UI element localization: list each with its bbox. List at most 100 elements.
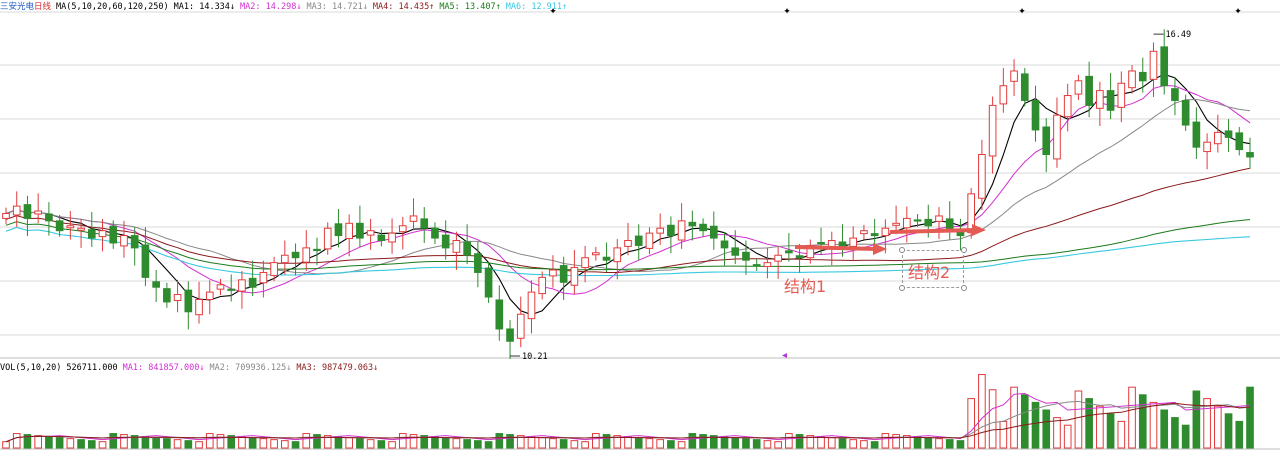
candle-body [152,281,160,288]
candle-body [227,288,236,291]
event-markers: 16.4910.21✦ ✦ ✦ ✦ [510,7,1242,362]
volume-bar [77,439,85,449]
candle-body [688,221,697,227]
volume-bar [248,437,257,449]
candle-body [570,267,579,286]
candle-body [870,233,879,237]
stock-name[interactable]: 三安光电 [0,2,34,12]
volume-bar [1181,424,1190,449]
volume-bar [431,436,439,449]
candle-body [238,279,246,292]
candle-body [881,227,890,237]
volume-ma-values: MA1: 841857.000↓ MA2: 709936.125↓ MA3: 987… [123,363,384,373]
candle-body [259,271,268,284]
candle-body [77,227,85,231]
candle-body [45,213,53,222]
volume-bar [474,440,482,449]
candle-body [634,235,643,246]
candle-body [163,288,171,303]
volume-bar [677,441,686,449]
volume-bar [1246,386,1254,449]
candle-body [699,223,707,232]
volume-bar [2,441,10,449]
volume-bar [1224,413,1233,449]
volume-bar [152,437,160,449]
volume-bar [1085,398,1093,449]
candle-body [248,277,257,288]
candle-body [656,227,664,234]
volume-bar [667,440,675,449]
indicator-value: MA2: 709936.125↓ [209,363,292,373]
kline-chart[interactable]: 16.4910.21✦ ✦ ✦ ✦ [0,0,1280,451]
candle-body [431,227,439,239]
candle-body [173,294,182,301]
candle-body [849,237,858,247]
candle-body [12,205,21,216]
candle-body [581,257,589,269]
trend-arrow-shaft [794,245,878,251]
event-marker-icon: ✦ [783,7,791,17]
volume-bar [645,438,654,449]
candle-body [924,218,933,227]
volume-bar [388,441,396,449]
candle-body [1020,73,1029,101]
candle-body [720,240,729,249]
volume-bar [602,434,611,449]
selection-handle[interactable] [899,247,905,253]
candlestick-series [2,29,1254,359]
candle-body [377,234,386,242]
volume-bar [452,438,461,449]
period-label[interactable]: 日线 [34,2,51,12]
volume-bar [924,437,933,449]
volume-bar [956,440,965,449]
candle-body [1192,121,1201,148]
volume-bar [720,436,729,449]
candle-body [999,85,1008,105]
candle-body [1149,50,1158,80]
volume-bar [366,439,375,449]
volume-bar [559,439,568,449]
volume-bar [141,436,150,449]
ma-line [5,167,1251,273]
selection-handle[interactable] [961,285,967,291]
volume-bar [624,436,632,449]
volume-bar [281,440,289,449]
volume-bar [313,434,321,449]
volume-bar [1192,390,1201,449]
volume-bar [1020,394,1029,449]
candle-body [1235,132,1244,151]
volume-bar [999,420,1008,449]
indicator-value: MA5: 13.407↑ [439,2,501,12]
candle-body [1042,126,1051,156]
candle-body [731,247,740,256]
event-marker-icon: ✦ [1018,7,1026,17]
candle-body [98,230,107,238]
candle-body [281,254,289,264]
volume-bar [752,439,761,449]
candle-body [860,230,868,235]
candle-body [1063,95,1072,118]
selection-handle[interactable] [961,247,967,253]
volume-bar [988,389,997,449]
candle-body [120,235,128,247]
event-marker-icon: ✦ [1234,7,1242,17]
volume-bar [1042,409,1051,449]
volume-bar [1138,394,1147,449]
candle-body [817,241,825,245]
candle-body [2,212,10,219]
candle-body [988,104,997,157]
candle-body [892,222,900,226]
candle-body [785,250,793,254]
volume-bar [238,436,246,449]
candle-body [1224,130,1233,138]
selection-handle[interactable] [899,285,905,291]
candle-body [452,240,461,253]
volume-bar [827,437,836,449]
candle-body [1214,131,1222,145]
indicator-value: MA3: 14.721↓ [306,2,368,12]
candle-body [1117,82,1126,108]
candle-body [474,253,482,273]
volume-bar [184,440,193,449]
volume-bar [216,434,225,449]
candle-body [935,215,943,222]
